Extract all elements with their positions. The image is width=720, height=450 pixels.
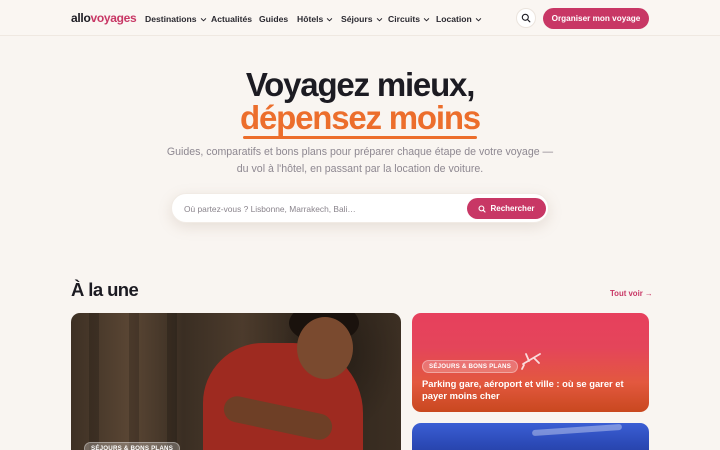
category-badge: SÉJOURS & BONS PLANS: [84, 442, 181, 450]
nav-label: Destinations: [145, 14, 197, 24]
search-icon: [521, 13, 531, 23]
nav-item-destinations[interactable]: Destinations: [145, 12, 207, 26]
curtain-fold: [129, 313, 139, 450]
title-underline: [243, 136, 477, 139]
airplane-icon: [521, 353, 541, 370]
site-header: allovoyages Destinations Actualités Guid…: [0, 0, 720, 36]
curtain-fold: [167, 313, 177, 450]
plan-trip-button[interactable]: Organiser mon voyage: [543, 8, 649, 29]
curtain-fold: [89, 313, 99, 450]
category-badge: SÉJOURS & BONS PLANS: [422, 360, 519, 373]
card-photo-face: [297, 317, 353, 379]
search-submit-label: Rechercher: [490, 204, 535, 213]
nav-label: Location: [436, 14, 472, 24]
featured-section-title: À la une: [71, 279, 139, 300]
featured-card-third[interactable]: [412, 423, 649, 450]
card-title: Parking gare, aéroport et ville : où se …: [422, 378, 624, 401]
search-icon: [479, 205, 487, 213]
hero-subtitle: Guides, comparatifs et bons plans pour p…: [166, 146, 554, 175]
logo-part-allo: allo: [71, 11, 91, 25]
destination-search-input[interactable]: [184, 201, 454, 217]
header-search-button[interactable]: [516, 8, 536, 28]
nav-item-circuits[interactable]: Circuits: [388, 12, 430, 26]
chevron-down-icon: [423, 17, 430, 21]
chevron-down-icon: [475, 17, 481, 21]
featured-card-parking[interactable]: SÉJOURS & BONS PLANS Parking gare, aérop…: [412, 313, 649, 412]
nav-item-location[interactable]: Location: [436, 12, 482, 26]
hero-title-line2: dépensez moins: [240, 99, 481, 136]
chevron-down-icon: [327, 17, 333, 21]
nav-label: Circuits: [388, 14, 420, 24]
featured-card-main[interactable]: SÉJOURS & BONS PLANS: [71, 313, 401, 450]
nav-item-sejours[interactable]: Séjours: [341, 12, 383, 26]
search-submit-button[interactable]: Rechercher: [467, 198, 546, 219]
logo-part-voyages: voyages: [90, 11, 137, 25]
site-logo[interactable]: allovoyages: [71, 11, 137, 25]
nav-label: Hôtels: [297, 14, 324, 24]
nav-label: Séjours: [341, 14, 373, 24]
card-photo-detail: [531, 423, 623, 437]
see-all-link[interactable]: Tout voir →: [610, 289, 653, 298]
nav-item-hotels[interactable]: Hôtels: [297, 12, 333, 26]
destination-search-bar: Rechercher: [171, 193, 549, 223]
nav-item-guides[interactable]: Guides: [259, 12, 288, 26]
chevron-down-icon: [200, 17, 206, 21]
nav-label: Guides: [259, 14, 289, 24]
nav-item-actualites[interactable]: Actualités: [211, 12, 252, 26]
hero-title-line1: Voyagez mieux,: [245, 66, 476, 103]
nav-label: Actualités: [211, 14, 253, 24]
chevron-down-icon: [376, 17, 382, 21]
